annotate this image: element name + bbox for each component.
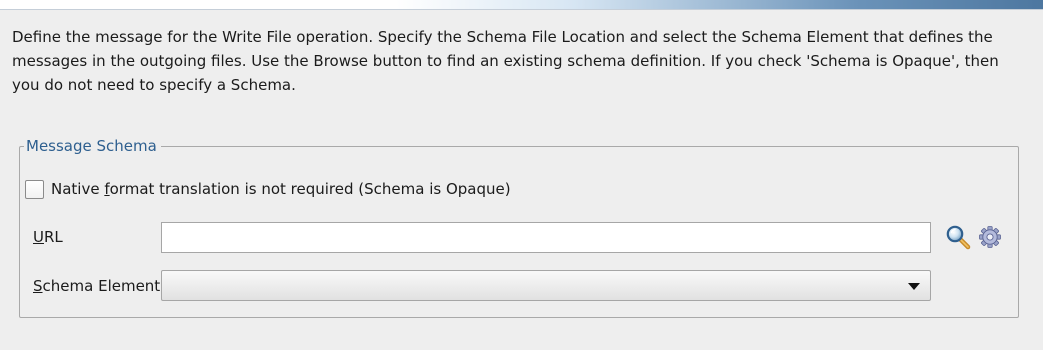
schema-element-select[interactable] (161, 270, 931, 301)
url-label-rest: RL (43, 228, 63, 246)
title-bar-divider (0, 9, 1043, 10)
schema-label-rest: chema Element (42, 277, 161, 295)
schema-element-label: Schema Element (33, 274, 160, 298)
message-schema-title: Message Schema (24, 135, 161, 157)
opaque-label-after: ormat translation is not required (Schem… (109, 180, 511, 198)
search-icon[interactable] (945, 224, 971, 250)
url-input[interactable] (161, 222, 931, 253)
opaque-label-before: Native (51, 180, 105, 198)
opaque-schema-checkbox[interactable] (25, 180, 44, 199)
opaque-schema-label[interactable]: Native format translation is not require… (51, 177, 511, 201)
schema-label-mnemonic: S (33, 277, 43, 295)
url-label: URL (33, 225, 63, 249)
gear-icon[interactable] (977, 224, 1003, 250)
url-label-mnemonic: U (33, 228, 44, 246)
title-bar-strip (0, 0, 1043, 9)
instructions-text: Define the message for the Write File op… (12, 28, 999, 94)
dropdown-arrow-icon[interactable] (908, 283, 920, 290)
